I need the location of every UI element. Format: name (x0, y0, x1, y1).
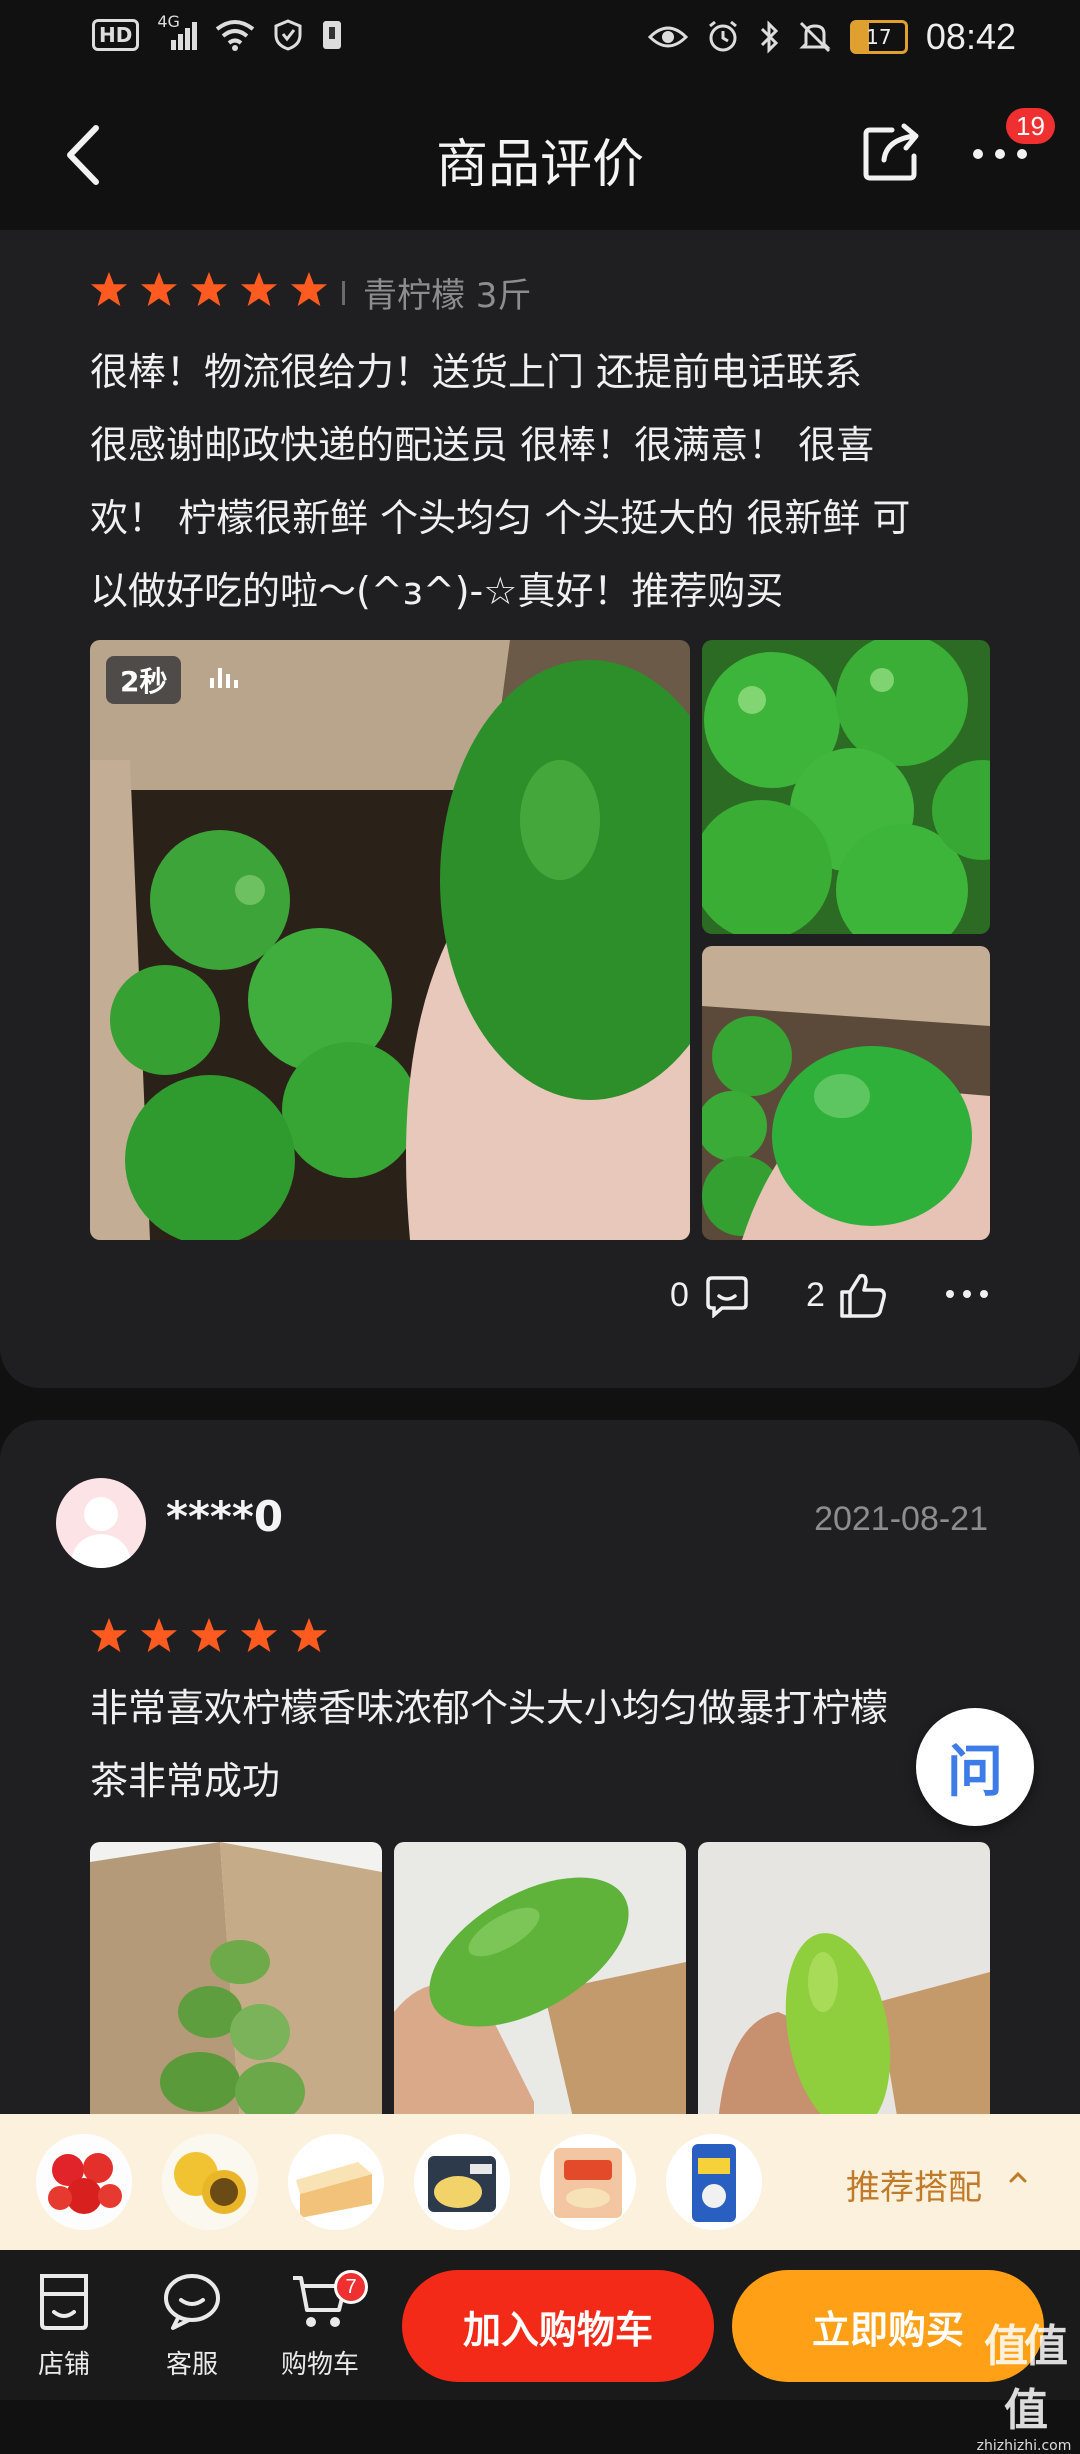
review-photo[interactable] (702, 946, 990, 1240)
more-options-icon[interactable] (944, 1284, 990, 1304)
recommend-item[interactable] (162, 2134, 258, 2230)
signal-icon: 4G (157, 12, 198, 52)
review-video[interactable]: 2秒 (90, 640, 690, 1240)
review-text: 很棒！物流很给力！送货上门 还提前电话联系 很感谢邮政快递的配送员 很棒！很满意… (90, 336, 1000, 628)
service-label: 客服 (165, 2350, 218, 2380)
avatar[interactable] (56, 1478, 146, 1568)
mute-icon (799, 21, 831, 53)
review-line: 非常喜欢柠檬香味浓郁个头大小均匀做暴打柠檬 (90, 1686, 889, 1730)
bottom-action-bar: 店铺 客服 购物车 7 加入购物车 立即购买 (0, 2250, 1080, 2400)
comment-count: 0 (670, 1276, 689, 1314)
audio-bars-icon (210, 668, 238, 688)
ask-question-button[interactable]: 问 (916, 1708, 1034, 1826)
star-icon (190, 271, 228, 307)
drink-product-image (666, 2134, 762, 2230)
watermark-text: 值值值 (984, 2321, 1068, 2436)
star-rating (90, 270, 328, 308)
clock: 08:42 (925, 16, 1016, 57)
share-icon[interactable] (862, 122, 922, 182)
star-rating (90, 1616, 328, 1654)
star-icon (240, 1617, 278, 1653)
cart-label: 购物车 (280, 2350, 359, 2380)
star-icon (290, 1617, 328, 1653)
watermark-url: zhizhizhi.com (976, 2438, 1072, 2454)
review-card: 青柠檬 3斤 很棒！物流很给力！送货上门 还提前电话联系 很感谢邮政快递的配送员… (0, 230, 1080, 1388)
ask-label: 问 (947, 1739, 1003, 1805)
recommend-item[interactable] (414, 2134, 510, 2230)
lemon-palm-image (698, 1842, 990, 2122)
review-line: 茶非常成功 (90, 1759, 281, 1803)
comment-icon[interactable] (704, 1272, 750, 1318)
star-icon (90, 1617, 128, 1653)
shop-label: 店铺 (37, 2350, 90, 2380)
product-spec: 青柠檬 3斤 (342, 268, 531, 317)
chevron-up-icon[interactable] (1008, 2170, 1028, 2184)
status-bar: HD 4G 17 08:42 (0, 0, 1080, 78)
hd-indicator: HD (92, 19, 140, 51)
bluetooth-icon (760, 20, 779, 54)
review-line: 以做好吃的啦～(^з^)-☆真好！推荐购买 (90, 569, 784, 613)
review-photo[interactable] (90, 1842, 382, 2122)
limes-in-box-image (90, 640, 690, 1240)
cake-product-image (288, 2134, 384, 2230)
review-line: 很棒！物流很给力！送货上门 还提前电话联系 (90, 350, 863, 394)
recommend-bar: 推荐搭配 (0, 2114, 1080, 2250)
username: ****0 (166, 1492, 284, 1541)
shop-button[interactable]: 店铺 (14, 2270, 114, 2381)
eye-icon (647, 26, 688, 48)
nav-bar: 商品评价 19 (0, 78, 1080, 230)
review-line: 欢！ 柠檬很新鲜 个头均匀 个头挺大的 很新鲜 可 (90, 496, 911, 540)
network-type: 4G (157, 12, 180, 31)
star-icon (290, 271, 328, 307)
alarm-icon (708, 20, 737, 52)
review-photo[interactable] (698, 1842, 990, 2122)
watermark: 值值值 zhizhizhi.com (968, 2310, 1080, 2454)
star-icon (140, 271, 178, 307)
lime-in-hand-image (702, 946, 990, 1240)
review-date: 2021-08-21 (814, 1500, 988, 1538)
limes-closeup-image (702, 640, 990, 934)
biscuit-product-image (540, 2134, 636, 2230)
customer-service-button[interactable]: 客服 (142, 2270, 242, 2381)
limes-box-image (90, 1842, 382, 2122)
like-count: 2 (806, 1276, 825, 1314)
durian-product-image (414, 2134, 510, 2230)
star-icon (140, 1617, 178, 1653)
review-actions: 0 2 (0, 1270, 1080, 1330)
shield-icon (274, 19, 302, 51)
thumbs-up-icon[interactable] (838, 1270, 888, 1320)
add-to-cart-button[interactable]: 加入购物车 (402, 2270, 714, 2382)
star-icon (90, 271, 128, 307)
chat-icon (164, 2274, 220, 2330)
divider (342, 280, 345, 305)
wifi-icon (216, 20, 255, 51)
review-text: 非常喜欢柠檬香味浓郁个头大小均匀做暴打柠檬 茶非常成功 (90, 1672, 1000, 1818)
spec-text: 青柠檬 3斤 (363, 276, 532, 316)
review-line: 很感谢邮政快递的配送员 很棒！很满意！ 很喜 (90, 423, 875, 467)
shop-icon (40, 2274, 88, 2330)
star-icon (190, 1617, 228, 1653)
notification-badge: 19 (1006, 108, 1055, 144)
recommend-item[interactable] (288, 2134, 384, 2230)
default-avatar-icon (70, 1497, 132, 1568)
tomato-product-image (36, 2134, 132, 2230)
star-icon (240, 271, 278, 307)
passion-fruit-product-image (162, 2134, 258, 2230)
recommend-label[interactable]: 推荐搭配 (846, 2160, 982, 2209)
cart-count-badge: 7 (334, 2270, 368, 2304)
sim-icon (323, 21, 342, 49)
lemon-hand-image (394, 1842, 686, 2122)
review-photo[interactable] (702, 640, 990, 934)
review-photo[interactable] (394, 1842, 686, 2122)
recommend-item[interactable] (36, 2134, 132, 2230)
video-duration-badge: 2秒 (106, 656, 182, 704)
battery-indicator: 17 (849, 20, 908, 54)
recommend-item[interactable] (540, 2134, 636, 2230)
recommend-item[interactable] (666, 2134, 762, 2230)
